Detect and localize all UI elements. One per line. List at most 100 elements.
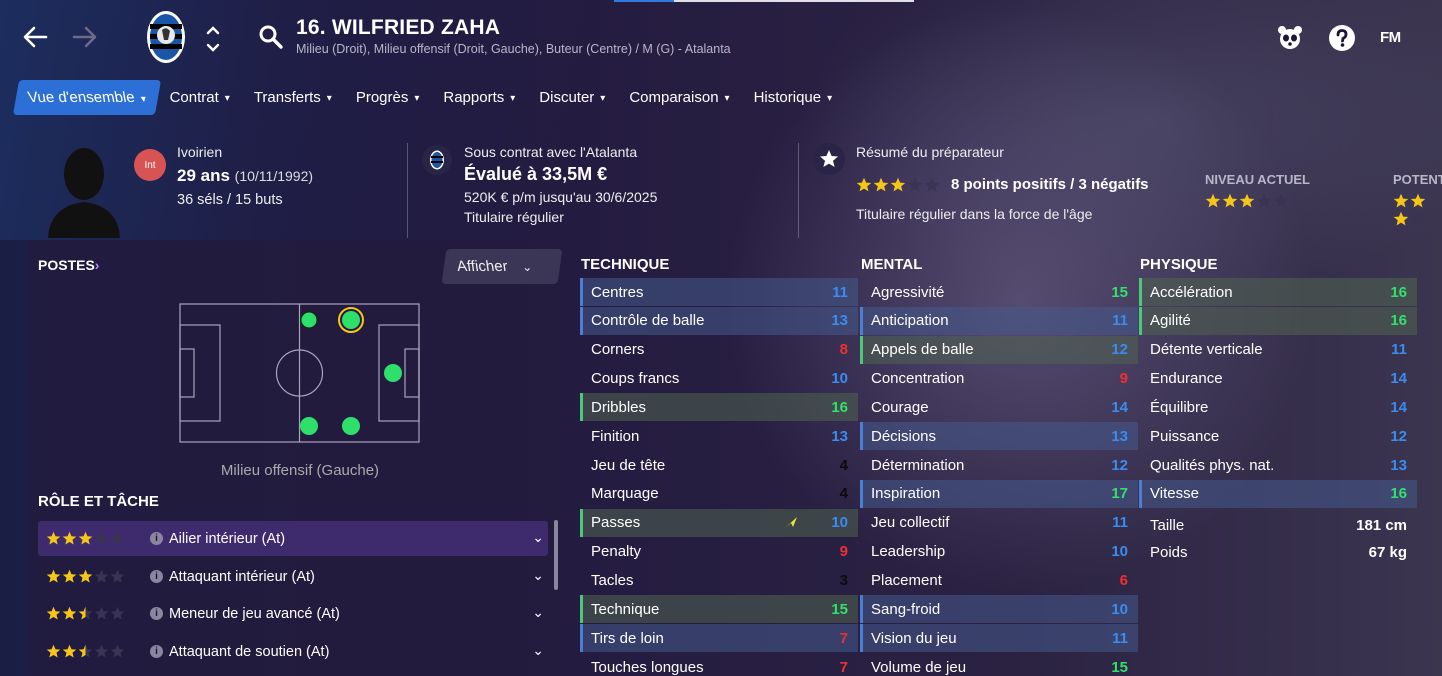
rating-star-icon [78,569,93,583]
potential-ability-label: POTENT [1393,172,1442,187]
rating-star-icon [1222,193,1238,208]
attribute-value: 11 [1112,312,1128,330]
attribute-row[interactable]: Dribbles 16 [580,393,858,422]
date-of-birth: (10/11/1992) [234,168,314,184]
role-row[interactable]: i Attaquant intérieur (At) ⌄ [38,559,548,594]
rating-star-icon [110,531,125,545]
attribute-value: 15 [831,600,848,618]
height-label: Taille [1150,517,1185,534]
fm-logo[interactable]: FM [1380,29,1401,46]
attribute-row[interactable]: Courage 14 [860,393,1138,421]
role-list-scrollbar[interactable] [554,520,558,590]
attribute-row[interactable]: Jeu collectif 11 [860,509,1138,537]
attribute-row[interactable]: Concentration 9 [860,365,1138,393]
attribute-row[interactable]: Inspiration 17 [860,479,1138,508]
rating-star-icon [46,569,61,583]
help-icon[interactable] [1328,24,1356,52]
attribute-row[interactable]: Marquage 4 [580,480,858,508]
attribute-row[interactable]: Accélération 16 [1139,278,1417,306]
attribute-value: 10 [831,370,848,388]
rating-star-icon [94,531,109,545]
position-marker [300,417,318,435]
positions-title[interactable]: POSTES› [38,257,99,273]
chevron-down-icon[interactable]: ⌄ [532,567,544,584]
panda-icon[interactable] [1276,24,1304,52]
tab-transfers[interactable]: Transferts ▾ [242,80,344,115]
tab-history[interactable]: Historique ▾ [742,80,845,115]
rating-star-icon [1393,229,1409,244]
attribute-row[interactable]: Centres 11 [580,278,858,306]
attribute-value: 16 [1390,485,1407,503]
attribute-row[interactable]: Placement 6 [860,567,1138,595]
role-row[interactable]: i Meneur de jeu avancé (At) ⌄ [38,596,548,631]
rating-star-icon [46,606,61,620]
rating-star-icon [62,606,77,620]
tab-discuss[interactable]: Discuter ▾ [527,80,617,115]
attribute-value: 11 [1112,514,1128,532]
rating-star-icon [907,177,923,192]
attribute-row[interactable]: Détente verticale 11 [1139,336,1417,364]
attribute-row[interactable]: Corners 8 [580,336,858,364]
attribute-row[interactable]: Puissance 12 [1139,422,1417,450]
attribute-row[interactable]: Leadership 10 [860,538,1138,566]
attribute-row[interactable]: Passes 10 [580,508,858,537]
rating-star-icon [62,644,77,658]
attribute-row[interactable]: Tacles 3 [580,567,858,595]
attribute-row[interactable]: Volume de jeu 15 [860,653,1138,676]
attribute-value: 10 [1111,543,1128,561]
attribute-row[interactable]: Agressivité 15 [860,278,1138,306]
coach-rating-stars [856,176,941,194]
tab-overview[interactable]: Vue d'ensemble ▾ [12,80,161,115]
attribute-row[interactable]: Penalty 9 [580,538,858,566]
tab-progress[interactable]: Progrès ▾ [344,80,432,115]
info-icon[interactable]: i [150,607,163,620]
attribute-row[interactable]: Décisions 13 [860,422,1138,451]
attribute-row[interactable]: Endurance 14 [1139,365,1417,393]
attribute-name: Tirs de loin [591,629,664,647]
nationality: Ivoirien [177,144,223,160]
attribute-value: 11 [1112,629,1128,647]
attribute-name: Inspiration [871,485,941,503]
attribute-row[interactable]: Appels de balle 12 [860,335,1138,364]
attribute-row[interactable]: Qualités phys. nat. 13 [1139,451,1417,479]
attribute-row[interactable]: Touches longues 7 [580,653,858,676]
tab-reports[interactable]: Rapports ▾ [431,80,527,115]
attribute-value: 11 [832,283,848,301]
chevron-down-icon[interactable]: ⌄ [532,604,544,621]
tab-comparison[interactable]: Comparaison ▾ [617,80,741,115]
position-marker [342,417,360,435]
attribute-row[interactable]: Contrôle de balle 13 [580,306,858,335]
attribute-row[interactable]: Coups francs 10 [580,365,858,393]
info-icon[interactable]: i [150,532,163,545]
current-ability-stars [1205,192,1290,210]
role-row[interactable]: i Attaquant de soutien (At) ⌄ [38,634,548,669]
attribute-row[interactable]: Finition 13 [580,422,858,450]
attribute-name: Décisions [871,427,937,445]
attribute-row[interactable]: Anticipation 11 [860,306,1138,335]
rating-star-icon [1410,193,1426,208]
chevron-down-icon[interactable]: ⌄ [532,642,544,659]
role-row[interactable]: i Ailier intérieur (At) ⌄ [38,521,548,556]
attribute-name: Endurance [1150,370,1223,388]
info-icon[interactable]: i [150,570,163,583]
attribute-row[interactable]: Sang-froid 10 [860,595,1138,624]
attribute-row[interactable]: Agilité 16 [1139,306,1417,335]
attribute-row[interactable]: Équilibre 14 [1139,393,1417,421]
search-icon[interactable] [258,24,284,50]
show-dropdown[interactable]: Afficher ⌄ [441,249,563,284]
up-down-chevron-icon[interactable] [204,22,222,56]
back-arrow-icon[interactable] [20,22,50,52]
chevron-down-icon[interactable]: ⌄ [532,529,544,546]
info-icon[interactable]: i [150,645,163,658]
forward-arrow-icon[interactable] [70,22,100,52]
attribute-name: Puissance [1150,427,1220,445]
attribute-row[interactable]: Technique 15 [580,595,858,624]
attribute-row[interactable]: Vitesse 16 [1139,479,1417,508]
attribute-row[interactable]: Détermination 12 [860,451,1138,479]
tab-contract[interactable]: Contrat ▾ [158,80,242,115]
club-crest-icon[interactable] [146,10,186,64]
attribute-row[interactable]: Vision du jeu 11 [860,624,1138,653]
attribute-row[interactable]: Tirs de loin 7 [580,624,858,653]
attribute-name: Vitesse [1150,485,1199,503]
attribute-row[interactable]: Jeu de tête 4 [580,451,858,479]
